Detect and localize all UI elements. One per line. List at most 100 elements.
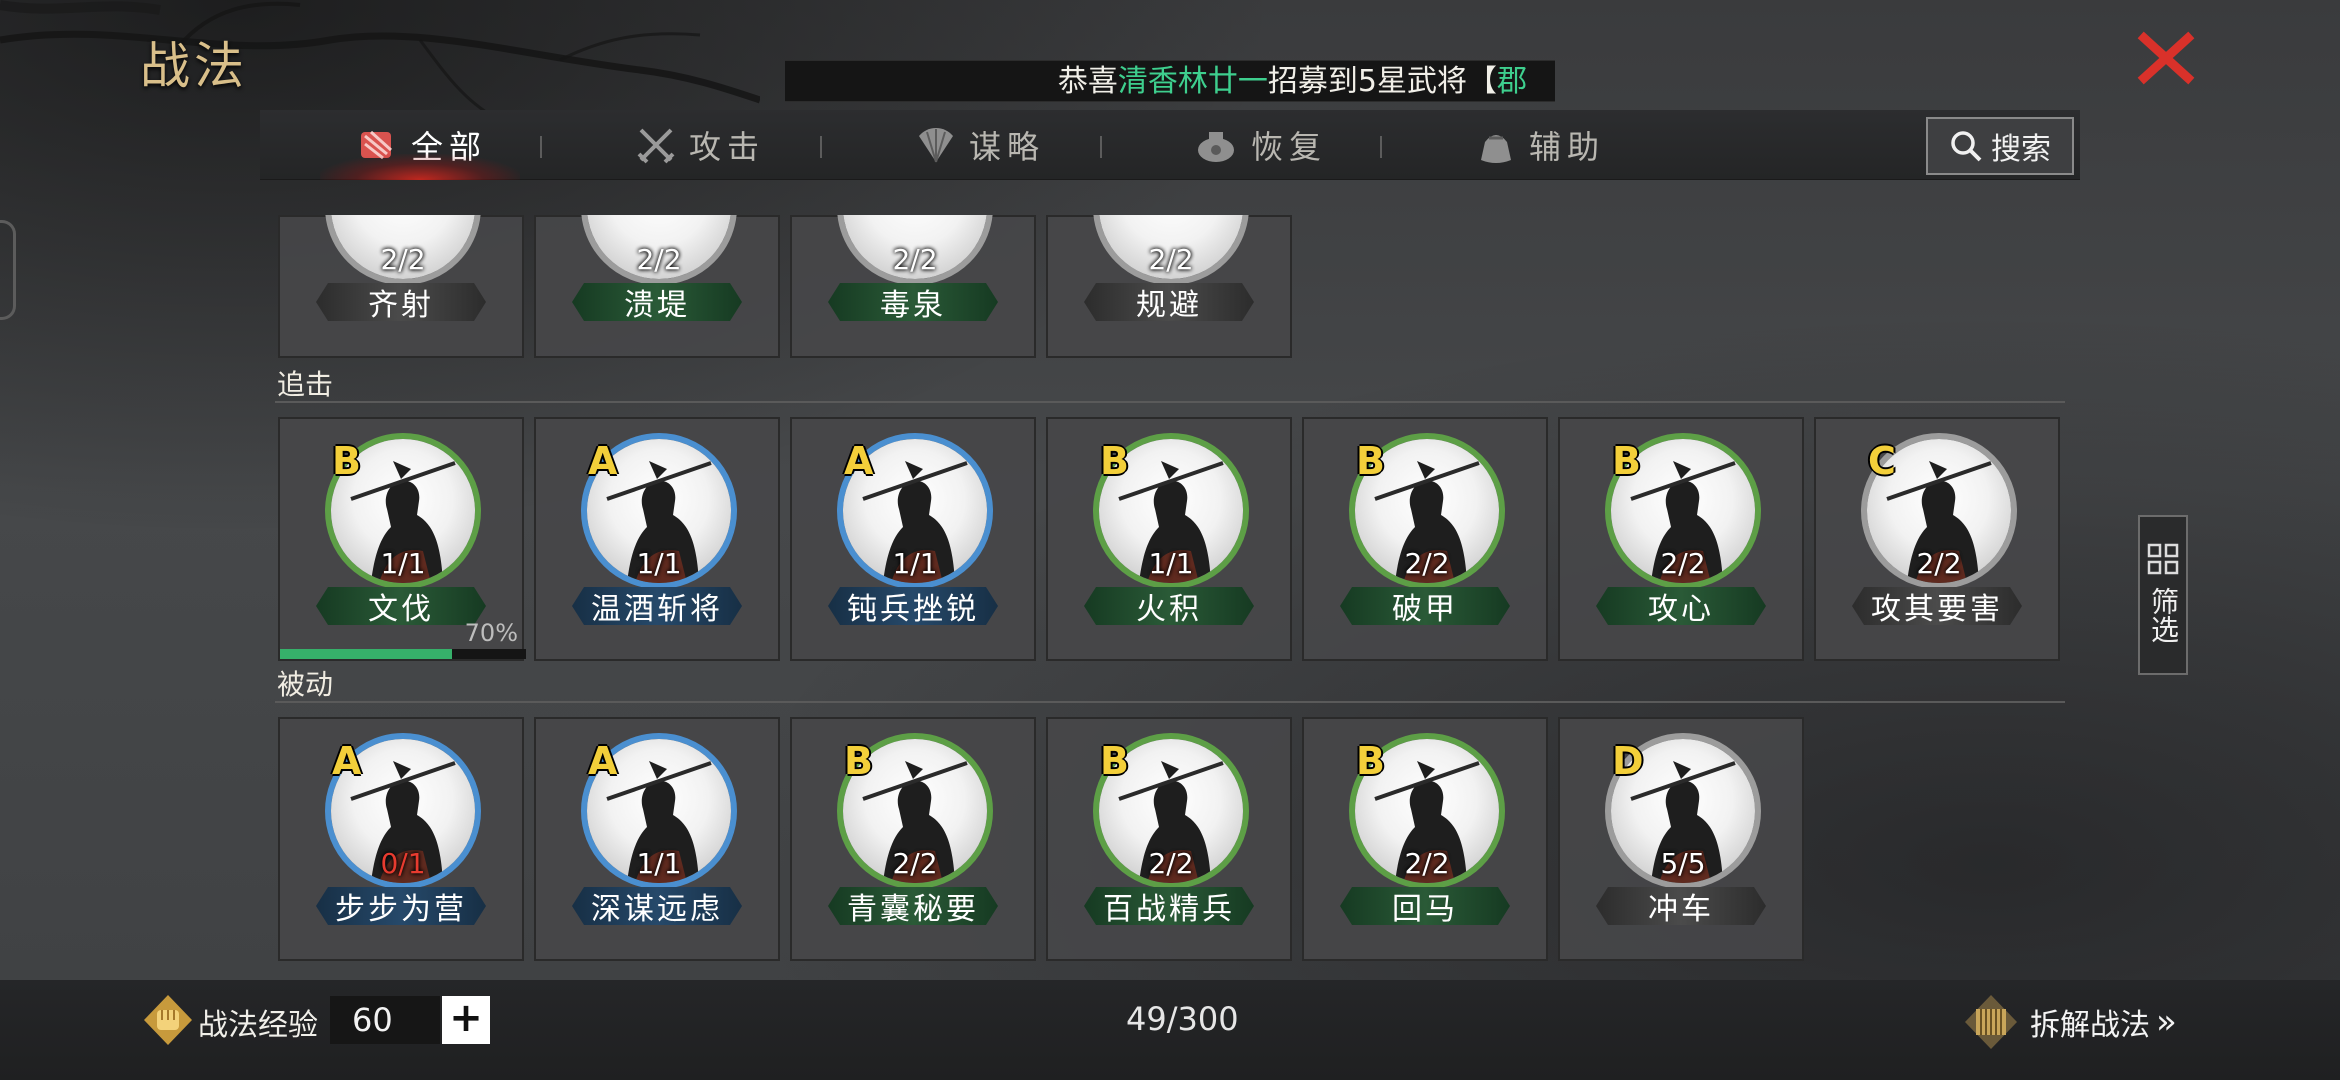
skill-name: 火积 [1084, 587, 1254, 625]
grade-badge: B [1100, 439, 1129, 483]
skill-card[interactable]: 2/2 毒泉 [790, 215, 1036, 358]
skill-list: 2/2 齐射 2/2 溃堤 2/2 毒泉 2/2 规避 追击 B 1/1 文伐 70%… [275, 215, 2065, 975]
skill-count: 2/2 [1660, 547, 1706, 580]
skill-card[interactable]: A 0/1 步步为营 [278, 717, 524, 961]
disassemble-box-icon [1965, 995, 2017, 1049]
grade-badge: B [1356, 439, 1385, 483]
marquee-tail: 郡 [1497, 64, 1527, 99]
grade-badge: B [1356, 739, 1385, 783]
grade-badge: A [332, 739, 362, 783]
skill-name: 破甲 [1340, 587, 1510, 625]
skill-count: 1/1 [636, 847, 682, 880]
section-divider [275, 401, 2065, 403]
grade-badge: B [332, 439, 361, 483]
announcement-marquee: 恭喜清香林廿一招募到5星武将【郡 [785, 60, 1555, 102]
recovery-pot-icon [1197, 132, 1234, 162]
skill-card[interactable]: A 1/1 钝兵挫锐 [790, 417, 1036, 661]
exp-label: 战法经验 [198, 1008, 318, 1043]
page-title: 战法 [140, 37, 248, 95]
grade-badge: B [1100, 739, 1129, 783]
progress-fill [280, 649, 453, 659]
skill-card[interactable]: B 2/2 攻心 [1558, 417, 1804, 661]
section-divider [275, 701, 2065, 703]
skill-name: 青囊秘要 [828, 887, 998, 925]
skill-count: 2/2 [1148, 243, 1194, 276]
marquee-player-name: 清香林廿一 [1117, 64, 1268, 99]
search-button[interactable]: 搜索 [1926, 117, 2074, 175]
skill-name: 齐射 [316, 283, 486, 321]
skill-card[interactable]: B 1/1 火积 [1046, 417, 1292, 661]
skill-count: 2/2 [1404, 847, 1450, 880]
skill-name: 攻其要害 [1852, 587, 2022, 625]
skill-card[interactable]: B 1/1 文伐 70% [278, 417, 526, 661]
skill-name: 回马 [1340, 887, 1510, 925]
skill-count: 0/1 [380, 847, 426, 880]
tab-attack[interactable]: 攻击 [580, 110, 820, 180]
marquee-prefix: 恭喜 [1057, 64, 1118, 99]
skill-count: 2/2 [892, 243, 938, 276]
marquee-suffix: 招募到5星武将【 [1267, 64, 1497, 99]
tab-support-label: 辅助 [1528, 128, 1605, 166]
skill-card[interactable]: 2/2 规避 [1046, 215, 1292, 358]
disassemble-label: 拆解战法 [2030, 1008, 2150, 1043]
search-icon [1951, 131, 1982, 162]
skill-name: 规避 [1084, 283, 1254, 321]
grade-badge: D [1612, 739, 1644, 783]
tab-recovery[interactable]: 恢复 [1140, 110, 1380, 180]
skill-count: 2/2 [380, 243, 426, 276]
skill-name: 冲车 [1596, 887, 1766, 925]
skill-count: 2/2 [636, 243, 682, 276]
skill-card[interactable]: B 2/2 回马 [1302, 717, 1548, 961]
grade-badge: B [844, 739, 873, 783]
skill-card[interactable]: 2/2 溃堤 [534, 215, 780, 358]
tab-support[interactable]: 辅助 [1420, 110, 1660, 180]
skill-count: 2/2 [1916, 547, 1962, 580]
grade-badge: A [588, 739, 618, 783]
skill-name: 毒泉 [828, 283, 998, 321]
skill-name: 攻心 [1596, 587, 1766, 625]
skill-card[interactable]: B 2/2 破甲 [1302, 417, 1548, 661]
skill-name: 溃堤 [572, 283, 742, 321]
tab-strategy[interactable]: 谋略 [860, 110, 1100, 180]
strategy-fan-icon [918, 127, 953, 163]
filter-button[interactable]: 筛选 [2138, 515, 2188, 675]
skill-card[interactable]: A 1/1 温酒斩将 [534, 417, 780, 661]
skill-name: 步步为营 [316, 887, 486, 925]
skill-card[interactable]: 2/2 齐射 [278, 215, 524, 358]
skill-count: 5/5 [1660, 847, 1706, 880]
progress-bar [280, 649, 526, 659]
crossed-swords-icon [637, 128, 675, 164]
tab-separator [540, 136, 542, 158]
tab-separator [820, 136, 822, 158]
skill-name: 文伐 [316, 587, 486, 625]
exp-value: 60 [330, 996, 440, 1044]
skill-card[interactable]: D 5/5 冲车 [1558, 717, 1804, 961]
skill-card[interactable]: B 2/2 青囊秘要 [790, 717, 1036, 961]
section-label-pursuit: 追击 [277, 368, 334, 401]
search-button-label: 搜索 [1991, 132, 2051, 167]
add-exp-button[interactable]: + [442, 996, 490, 1044]
skill-count: 1/1 [636, 547, 682, 580]
exp-fist-icon [144, 995, 192, 1045]
left-edge-handle[interactable] [0, 220, 16, 320]
skill-count: 1/1 [1148, 547, 1194, 580]
skill-card[interactable]: B 2/2 百战精兵 [1046, 717, 1292, 961]
category-tab-bar: 全部 攻击 谋略 恢复 辅助 [260, 110, 2080, 180]
support-bag-icon [1480, 135, 1511, 163]
close-button[interactable] [2136, 28, 2196, 88]
progress-percent: 70% [464, 619, 518, 647]
tab-all-label: 全部 [410, 128, 487, 166]
tab-recovery-label: 恢复 [1250, 128, 1327, 166]
double-chevron-right-icon: » [2156, 1002, 2177, 1042]
tab-all[interactable]: 全部 [300, 110, 540, 180]
grade-badge: A [588, 439, 618, 483]
tab-strategy-label: 谋略 [968, 128, 1045, 166]
skill-count: 2/2 [1404, 547, 1450, 580]
skill-name: 钝兵挫锐 [828, 587, 998, 625]
grade-badge: C [1868, 439, 1896, 483]
tab-attack-label: 攻击 [688, 128, 765, 166]
skill-card[interactable]: A 1/1 深谋远虑 [534, 717, 780, 961]
tab-separator [1380, 136, 1382, 158]
disassemble-button[interactable]: 拆解战法 » [1962, 992, 2177, 1052]
skill-card[interactable]: C 2/2 攻其要害 [1814, 417, 2060, 661]
